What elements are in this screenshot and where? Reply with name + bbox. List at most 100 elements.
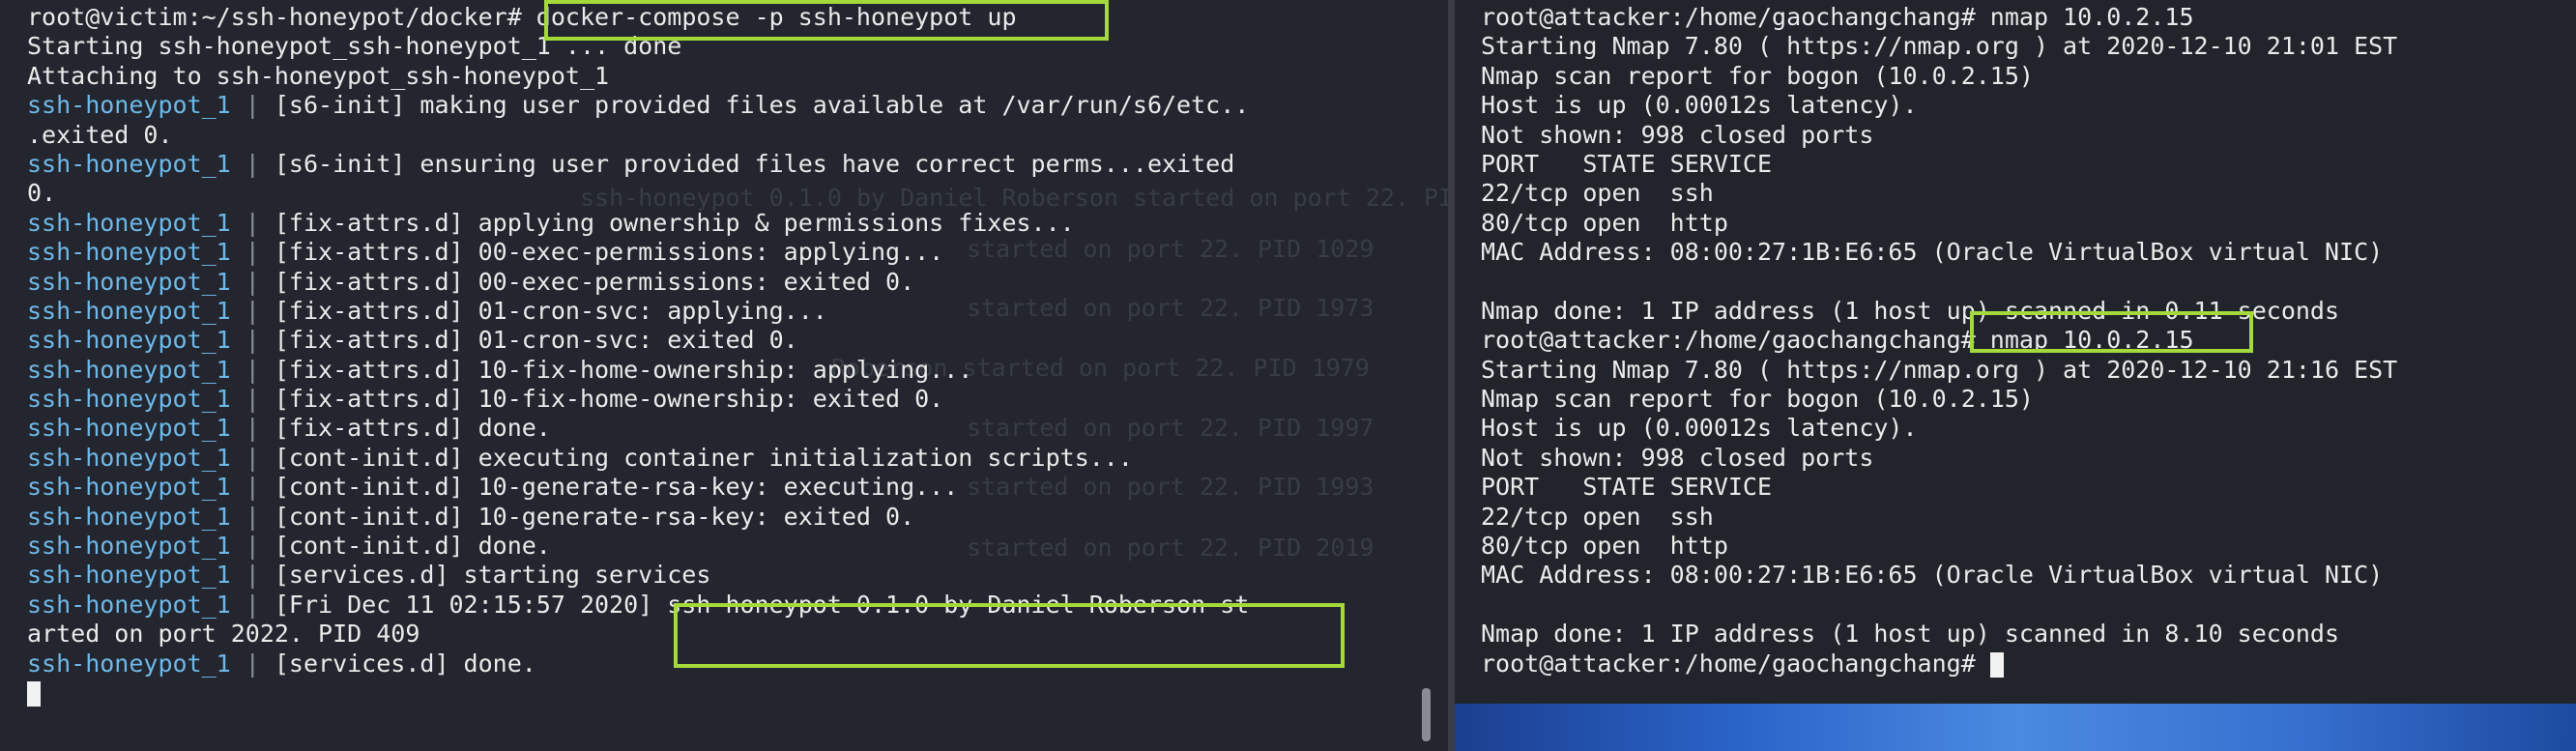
attacker-terminal[interactable]: root@attacker:/home/gaochangchang# nmap … (1455, 0, 2576, 751)
terminal-text: root@attacker:/home/gaochangchang# nmap … (1481, 3, 2194, 31)
pane-divider[interactable] (1448, 0, 1455, 751)
log-text: [cont-init.d] executing container initia… (274, 443, 1133, 472)
log-text: [s6-init] making user provided files ava… (274, 91, 1250, 120)
victim-terminal-line: 0. (27, 179, 1249, 208)
tag-separator: | (230, 238, 275, 267)
attacker-terminal-line (1481, 268, 2397, 297)
terminal-text: PORT STATE SERVICE (1481, 473, 1773, 502)
log-text: [fix-attrs.d] 00-exec-permissions: exite… (274, 267, 915, 296)
container-tag: ssh-honeypot_1 (27, 649, 231, 678)
terminal-cursor (27, 680, 41, 707)
terminal-text: Not shown: 998 closed ports (1481, 120, 1874, 149)
terminal-text: 80/tcp open http (1481, 532, 1728, 561)
victim-terminal-line: ssh-honeypot_1 | [fix-attrs.d] 10-fix-ho… (27, 385, 1249, 414)
container-tag: ssh-honeypot_1 (27, 149, 231, 178)
attacker-terminal-output: root@attacker:/home/gaochangchang# nmap … (1481, 3, 2397, 679)
log-text: [fix-attrs.d] 01-cron-svc: applying... (274, 296, 827, 325)
log-text: [services.d] done. (274, 649, 536, 678)
tag-separator: | (230, 473, 275, 502)
attacker-terminal-line (1481, 591, 2397, 620)
attacker-terminal-line: root@attacker:/home/gaochangchang# nmap … (1481, 3, 2397, 32)
tag-separator: | (230, 532, 275, 561)
container-tag: ssh-honeypot_1 (27, 91, 231, 120)
attacker-terminal-line: Host is up (0.00012s latency). (1481, 414, 2397, 443)
terminal-text: Host is up (0.00012s latency). (1481, 414, 1918, 443)
terminal-text: MAC Address: 08:00:27:1B:E6:65 (Oracle V… (1481, 561, 2384, 590)
victim-terminal-line: ssh-honeypot_1 | [s6-init] ensuring user… (27, 150, 1249, 179)
container-tag: ssh-honeypot_1 (27, 502, 231, 531)
tag-separator: | (230, 561, 275, 590)
terminal-text: Nmap scan report for bogon (10.0.2.15) (1481, 385, 2034, 414)
log-text: [cont-init.d] done. (274, 532, 551, 561)
container-tag: ssh-honeypot_1 (27, 443, 231, 472)
attacker-terminal-line: PORT STATE SERVICE (1481, 473, 2397, 502)
container-tag: ssh-honeypot_1 (27, 561, 231, 590)
tag-separator: | (230, 208, 275, 237)
victim-terminal[interactable]: ssh-honeypot 0.1.0 by Daniel Roberson st… (0, 0, 1448, 751)
attacker-terminal-line: PORT STATE SERVICE (1481, 150, 2397, 179)
container-tag: ssh-honeypot_1 (27, 267, 231, 296)
highlight-box-honeypot-banner (674, 603, 1345, 668)
attacker-terminal-line: MAC Address: 08:00:27:1B:E6:65 (Oracle V… (1481, 561, 2397, 590)
terminal-text: Not shown: 998 closed ports (1481, 443, 1874, 472)
attacker-terminal-line: Starting Nmap 7.80 ( https://nmap.org ) … (1481, 356, 2397, 385)
terminal-text: MAC Address: 08:00:27:1B:E6:65 (Oracle V… (1481, 238, 2384, 267)
attacker-terminal-line: Nmap scan report for bogon (10.0.2.15) (1481, 385, 2397, 414)
tag-separator: | (230, 649, 275, 678)
container-tag: ssh-honeypot_1 (27, 385, 231, 414)
victim-terminal-line: ssh-honeypot_1 | [cont-init.d] 10-genera… (27, 503, 1249, 532)
victim-terminal-line: ssh-honeypot_1 | [fix-attrs.d] applying … (27, 209, 1249, 238)
container-tag: ssh-honeypot_1 (27, 238, 231, 267)
scrollbar-thumb[interactable] (1422, 688, 1431, 741)
log-text: Attaching to ssh-honeypot_ssh-honeypot_1 (27, 61, 610, 90)
attacker-terminal-line: 80/tcp open http (1481, 532, 2397, 561)
container-tag: ssh-honeypot_1 (27, 326, 231, 355)
terminal-text: root@attacker:/home/gaochangchang# (1481, 649, 1976, 678)
victim-terminal-line: ssh-honeypot_1 | [fix-attrs.d] done. (27, 414, 1249, 443)
terminal-text: 80/tcp open http (1481, 208, 1728, 237)
shell-prompt: root@victim:~/ssh-honeypot/docker# (27, 3, 522, 31)
attacker-terminal-line: Host is up (0.00012s latency). (1481, 91, 2397, 120)
log-text: 0. (27, 179, 57, 208)
tag-separator: | (230, 590, 275, 619)
attacker-terminal-line: 22/tcp open ssh (1481, 503, 2397, 532)
terminal-text: Host is up (0.00012s latency). (1481, 91, 1918, 120)
container-tag: ssh-honeypot_1 (27, 532, 231, 561)
log-text: [fix-attrs.d] 01-cron-svc: exited 0. (274, 326, 798, 355)
log-text: [fix-attrs.d] done. (274, 414, 551, 443)
terminal-text: Nmap scan report for bogon (10.0.2.15) (1481, 61, 2034, 90)
log-text: [cont-init.d] 10-generate-rsa-key: exite… (274, 502, 915, 531)
tag-separator: | (230, 443, 275, 472)
container-tag: ssh-honeypot_1 (27, 590, 231, 619)
terminal-text: Starting Nmap 7.80 ( https://nmap.org ) … (1481, 355, 2398, 384)
victim-terminal-line: ssh-honeypot_1 | [cont-init.d] executing… (27, 444, 1249, 473)
container-tag: ssh-honeypot_1 (27, 414, 231, 443)
log-text: [fix-attrs.d] 10-fix-home-ownership: app… (274, 355, 973, 384)
attacker-terminal-line: root@attacker:/home/gaochangchang# (1481, 650, 2397, 679)
tag-separator: | (230, 355, 275, 384)
victim-terminal-line: Attaching to ssh-honeypot_ssh-honeypot_1 (27, 62, 1249, 91)
highlight-box-docker-command (544, 0, 1109, 41)
tag-separator: | (230, 91, 275, 120)
terminal-text: 22/tcp open ssh (1481, 502, 1714, 531)
terminal-text: 22/tcp open ssh (1481, 179, 1714, 208)
attacker-terminal-line: Nmap done: 1 IP address (1 host up) scan… (1481, 620, 2397, 649)
tag-separator: | (230, 149, 275, 178)
tag-separator: | (230, 385, 275, 414)
victim-terminal-line: ssh-honeypot_1 | [services.d] starting s… (27, 561, 1249, 590)
terminal-text: PORT STATE SERVICE (1481, 149, 1773, 178)
victim-terminal-line: ssh-honeypot_1 | [fix-attrs.d] 01-cron-s… (27, 326, 1249, 355)
tag-separator: | (230, 267, 275, 296)
tag-separator: | (230, 326, 275, 355)
log-text: [s6-init] ensuring user provided files h… (274, 149, 1235, 178)
victim-terminal-line: ssh-honeypot_1 | [fix-attrs.d] 00-exec-p… (27, 268, 1249, 297)
victim-cursor-line (27, 679, 1249, 708)
log-text: [cont-init.d] 10-generate-rsa-key: execu… (274, 473, 959, 502)
log-text: [fix-attrs.d] 00-exec-permissions: apply… (274, 238, 944, 267)
attacker-terminal-line: 80/tcp open http (1481, 209, 2397, 238)
attacker-terminal-line: Not shown: 998 closed ports (1481, 444, 2397, 473)
log-text: [fix-attrs.d] 10-fix-home-ownership: exi… (274, 385, 944, 414)
attacker-terminal-line: Starting Nmap 7.80 ( https://nmap.org ) … (1481, 32, 2397, 61)
log-text: [fix-attrs.d] applying ownership & permi… (274, 208, 1075, 237)
victim-terminal-line: ssh-honeypot_1 | [fix-attrs.d] 01-cron-s… (27, 297, 1249, 326)
